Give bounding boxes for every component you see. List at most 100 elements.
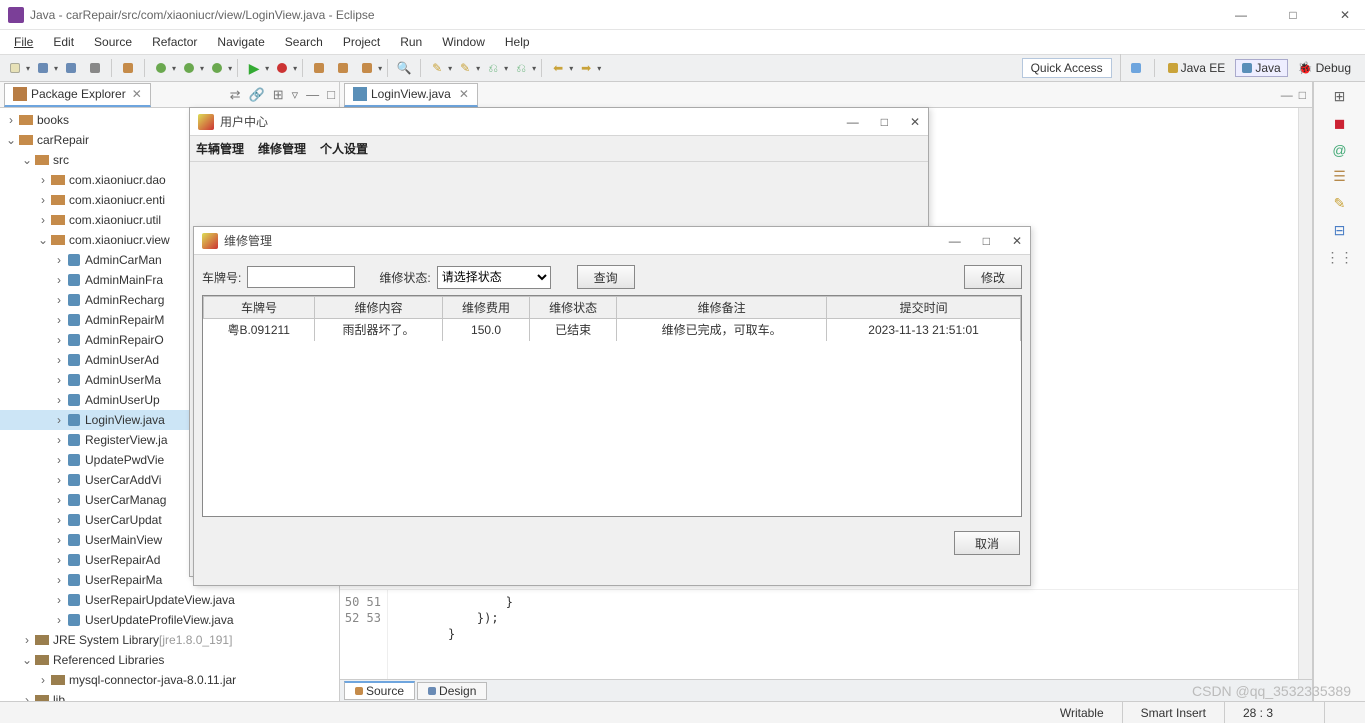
forward-icon[interactable]: ➡ xyxy=(575,57,597,79)
new-class-icon[interactable] xyxy=(332,57,354,79)
table-header[interactable]: 维修状态 xyxy=(530,297,617,319)
menu-window[interactable]: Window xyxy=(432,35,495,49)
quick-access[interactable]: Quick Access xyxy=(1022,58,1112,78)
menu-file[interactable]: File xyxy=(4,35,43,49)
collapse-all-icon[interactable]: ⇄ xyxy=(230,87,241,103)
tree-item[interactable]: ›UserUpdateProfileView.java xyxy=(0,610,339,630)
task-list-icon[interactable]: ◼ xyxy=(1334,115,1346,132)
table-header[interactable]: 维修费用 xyxy=(443,297,530,319)
package-explorer-header: Package Explorer ✕ ⇄ 🔗 ⊞ ▿ — □ xyxy=(0,82,339,108)
new-icon[interactable] xyxy=(4,57,26,79)
plate-input[interactable] xyxy=(247,266,355,288)
editor-scrollbar[interactable] xyxy=(1298,108,1312,679)
task-icon[interactable]: ✎ xyxy=(454,57,476,79)
table-header[interactable]: 车牌号 xyxy=(204,297,315,319)
status-position: 28 : 3 xyxy=(1225,702,1325,723)
search-button[interactable]: 查询 xyxy=(577,265,635,289)
perspective-switcher: Java EE Java 🐞Debug xyxy=(1120,54,1361,82)
stop-icon[interactable] xyxy=(271,57,293,79)
watermark: CSDN @qq_3532335389 xyxy=(1192,683,1351,699)
menu-search[interactable]: Search xyxy=(275,35,333,49)
tree-item[interactable]: ›UserRepairUpdateView.java xyxy=(0,590,339,610)
run-last-icon[interactable]: ▶ xyxy=(243,57,265,79)
structure-icon[interactable]: ⋮⋮ xyxy=(1326,249,1354,266)
rm-close-button[interactable]: ✕ xyxy=(1012,234,1022,248)
open-perspective-icon[interactable] xyxy=(1127,62,1145,74)
outline-at-icon[interactable]: @ xyxy=(1332,142,1346,158)
perspective-javaee[interactable]: Java EE xyxy=(1164,60,1230,76)
statusbar: Writable Smart Insert 28 : 3 xyxy=(0,701,1365,723)
modify-button[interactable]: 修改 xyxy=(964,265,1022,289)
print-icon[interactable] xyxy=(84,57,106,79)
table-header[interactable]: 维修内容 xyxy=(314,297,442,319)
open-type-icon[interactable] xyxy=(356,57,378,79)
menu-vehicle[interactable]: 车辆管理 xyxy=(196,140,244,157)
repair-table[interactable]: 车牌号维修内容维修费用维修状态维修备注提交时间粤B.091211雨刮器坏了。15… xyxy=(202,295,1022,517)
close-tab-icon[interactable]: ✕ xyxy=(132,87,142,101)
rm-max-button[interactable]: □ xyxy=(983,234,990,248)
source-tab[interactable]: Source xyxy=(344,681,415,700)
annotation-icon[interactable]: ✎ xyxy=(426,57,448,79)
save-icon[interactable] xyxy=(32,57,54,79)
maximize-editor-icon[interactable]: □ xyxy=(1299,88,1306,102)
perspective-debug[interactable]: 🐞Debug xyxy=(1294,60,1355,76)
main-toolbar: ▾ ▾ ▾ ▾ ▾ ▶▾ ▾ ▾ 🔍 ✎▾ ✎▾ ⎌▾ ⎌▾ ⬅▾ ➡▾ Qui… xyxy=(0,54,1365,82)
run-icon[interactable] xyxy=(178,57,200,79)
toggle-mark-icon[interactable]: ⎌ xyxy=(482,57,504,79)
uc-max-button[interactable]: □ xyxy=(881,115,888,129)
link-editor-icon[interactable]: ⎌ xyxy=(510,57,532,79)
menu-navigate[interactable]: Navigate xyxy=(207,35,274,49)
menu-edit[interactable]: Edit xyxy=(43,35,84,49)
tree-item[interactable]: ›mysql-connector-java-8.0.11.jar xyxy=(0,670,339,690)
table-header[interactable]: 维修备注 xyxy=(617,297,827,319)
restore-icon[interactable]: ⊞ xyxy=(1334,88,1346,105)
table-row[interactable]: 粤B.091211雨刮器坏了。150.0已结束维修已完成，可取车。2023-11… xyxy=(204,319,1021,341)
editor-tab-loginview[interactable]: LoginView.java ✕ xyxy=(344,83,478,107)
tree-item[interactable]: ⌄Referenced Libraries xyxy=(0,650,339,670)
new-package-icon[interactable] xyxy=(308,57,330,79)
cancel-button[interactable]: 取消 xyxy=(954,531,1020,555)
editor-tab-label: LoginView.java xyxy=(371,87,451,101)
focus-task-icon[interactable]: ⊞ xyxy=(273,87,284,103)
menu-source[interactable]: Source xyxy=(84,35,142,49)
tree-item[interactable]: ›JRE System Library [jre1.8.0_191] xyxy=(0,630,339,650)
uc-min-button[interactable]: — xyxy=(847,115,859,129)
repair-titlebar[interactable]: 维修管理 — □ ✕ xyxy=(194,227,1030,255)
table-header[interactable]: 提交时间 xyxy=(827,297,1021,319)
maximize-view-icon[interactable]: □ xyxy=(327,87,335,103)
close-button[interactable]: ✕ xyxy=(1333,8,1357,22)
debug-icon[interactable] xyxy=(150,57,172,79)
maximize-button[interactable]: □ xyxy=(1281,8,1305,22)
close-editor-icon[interactable]: ✕ xyxy=(459,87,469,101)
status-select[interactable]: 请选择状态 xyxy=(437,266,551,289)
back-icon[interactable]: ⬅ xyxy=(547,57,569,79)
rm-min-button[interactable]: — xyxy=(949,234,961,248)
design-tab[interactable]: Design xyxy=(417,682,487,700)
minimize-editor-icon[interactable]: — xyxy=(1281,88,1293,102)
window-title: Java - carRepair/src/com/xiaoniucr/view/… xyxy=(30,8,375,22)
link-with-editor-icon[interactable]: 🔗 xyxy=(249,87,265,103)
menu-project[interactable]: Project xyxy=(333,35,390,49)
minimize-view-icon[interactable]: — xyxy=(306,87,319,103)
menu-help[interactable]: Help xyxy=(495,35,540,49)
menu-repair[interactable]: 维修管理 xyxy=(258,140,306,157)
minimize-button[interactable]: — xyxy=(1229,8,1253,22)
tree-item[interactable]: ›lib xyxy=(0,690,339,701)
view-menu-icon[interactable]: ▿ xyxy=(292,87,299,103)
save-all-icon[interactable] xyxy=(60,57,82,79)
coverage-icon[interactable] xyxy=(206,57,228,79)
code-content[interactable]: } }); } xyxy=(388,590,1312,679)
build-icon[interactable] xyxy=(117,57,139,79)
uc-close-button[interactable]: ✕ xyxy=(910,115,920,129)
repair-manage-window: 维修管理 — □ ✕ 车牌号: 维修状态: 请选择状态 查询 修改 车牌号维修内… xyxy=(193,226,1031,586)
package-explorer-tab[interactable]: Package Explorer ✕ xyxy=(4,83,151,107)
menu-refactor[interactable]: Refactor xyxy=(142,35,207,49)
hierarchy-icon[interactable]: ⊟ xyxy=(1334,222,1346,239)
perspective-java[interactable]: Java xyxy=(1235,59,1287,77)
search-icon[interactable]: 🔍 xyxy=(393,57,415,79)
menu-run[interactable]: Run xyxy=(390,35,432,49)
palette-icon[interactable]: ✎ xyxy=(1334,195,1346,212)
declaration-icon[interactable]: ☰ xyxy=(1333,168,1346,185)
user-center-titlebar[interactable]: 用户中心 — □ ✕ xyxy=(190,108,928,136)
menu-profile[interactable]: 个人设置 xyxy=(320,140,368,157)
